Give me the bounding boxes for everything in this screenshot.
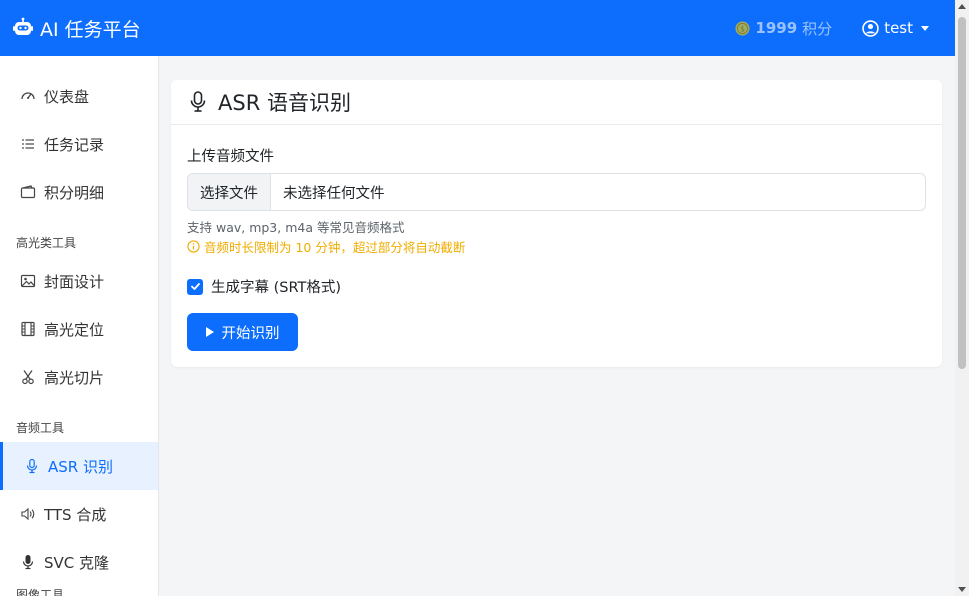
choose-file-button[interactable]: 选择文件 [188, 174, 271, 210]
sidebar: 仪表盘 任务记录 积分明细 高光类工具 封面设计 高光定位 高光切片 音频工具 [0, 56, 159, 596]
robot-icon [13, 17, 33, 35]
sidebar-item-label: 高光定位 [44, 320, 105, 339]
volume-icon [20, 506, 36, 522]
start-recognition-button[interactable]: 开始识别 [187, 313, 298, 351]
section-header-audio: 音频工具 [16, 421, 65, 435]
mic-fill-icon [20, 554, 36, 570]
sidebar-item-label: 积分明细 [44, 183, 105, 202]
upload-label: 上传音频文件 [187, 149, 274, 165]
svg-text:$: $ [741, 24, 746, 33]
chevron-down-icon [921, 25, 929, 31]
info-circle-icon [187, 240, 200, 253]
scroll-up-icon[interactable] [958, 4, 966, 9]
subtitle-checkbox[interactable] [187, 278, 203, 295]
sidebar-item-dashboard[interactable]: 仪表盘 [0, 72, 158, 120]
sidebar-item-highlight-clip[interactable]: 高光切片 [0, 353, 158, 401]
sidebar-item-label: ASR 识别 [48, 457, 113, 476]
film-icon [20, 321, 36, 337]
format-hint: 支持 wav, mp3, m4a 等常见音频格式 [187, 220, 405, 235]
user-circle-icon [862, 19, 879, 37]
sidebar-item-label: 封面设计 [44, 272, 105, 291]
points-unit: 积分 [802, 19, 833, 38]
button-label: 开始识别 [221, 325, 280, 342]
user-menu[interactable]: test [862, 19, 929, 37]
dashboard-icon [20, 88, 36, 104]
warning-text: 音频时长限制为 10 分钟，超过部分将自动截断 [204, 240, 466, 255]
main-content: ASR 语音识别 上传音频文件 选择文件 未选择任何文件 支持 wav, mp3… [159, 56, 955, 596]
brand[interactable]: AI 任务平台 [12, 15, 141, 42]
sidebar-item-label: 任务记录 [44, 135, 105, 154]
wallet-icon [20, 184, 36, 200]
user-name: test [884, 19, 913, 37]
sidebar-item-tasks[interactable]: 任务记录 [0, 120, 158, 168]
page-title: ASR 语音识别 [218, 91, 351, 115]
sidebar-item-cover-design[interactable]: 封面设计 [0, 257, 158, 305]
section-header-image: 图像工具 [16, 588, 65, 596]
mic-icon [24, 458, 40, 474]
sidebar-item-label: SVC 克隆 [44, 553, 110, 572]
checkbox-label: 生成字幕 (SRT格式) [211, 280, 342, 296]
subtitle-option[interactable]: 生成字幕 (SRT格式) [187, 276, 341, 297]
brand-title: AI 任务平台 [40, 18, 141, 41]
list-icon [20, 136, 36, 152]
sidebar-item-points[interactable]: 积分明细 [0, 168, 158, 216]
file-input[interactable]: 选择文件 未选择任何文件 [187, 173, 926, 211]
sidebar-item-svc[interactable]: SVC 克隆 [0, 538, 158, 586]
sidebar-item-label: 仪表盘 [44, 87, 90, 106]
duration-warning: 音频时长限制为 10 分钟，超过部分将自动截断 [187, 237, 465, 256]
scrollbar[interactable] [955, 0, 969, 596]
check-icon [190, 283, 200, 290]
card-header: ASR 语音识别 [171, 80, 942, 125]
points-display: $ 1999 积分 [735, 18, 832, 39]
mic-icon [190, 91, 206, 112]
scroll-down-icon[interactable] [958, 587, 966, 592]
section-header-highlight: 高光类工具 [16, 236, 77, 250]
scroll-thumb[interactable] [958, 17, 966, 369]
coin-icon: $ [735, 20, 750, 36]
file-status: 未选择任何文件 [283, 185, 385, 202]
asr-card: ASR 语音识别 上传音频文件 选择文件 未选择任何文件 支持 wav, mp3… [171, 80, 942, 367]
sidebar-item-label: TTS 合成 [44, 505, 107, 524]
image-icon [20, 273, 36, 289]
play-icon [205, 327, 214, 337]
sidebar-item-tts[interactable]: TTS 合成 [0, 490, 158, 538]
scissors-icon [20, 369, 36, 385]
sidebar-item-highlight-locate[interactable]: 高光定位 [0, 305, 158, 353]
top-navbar: AI 任务平台 $ 1999 积分 test [0, 0, 955, 56]
sidebar-item-label: 高光切片 [44, 368, 105, 387]
points-value: 1999 [755, 19, 798, 37]
sidebar-item-asr[interactable]: ASR 识别 [0, 442, 158, 490]
